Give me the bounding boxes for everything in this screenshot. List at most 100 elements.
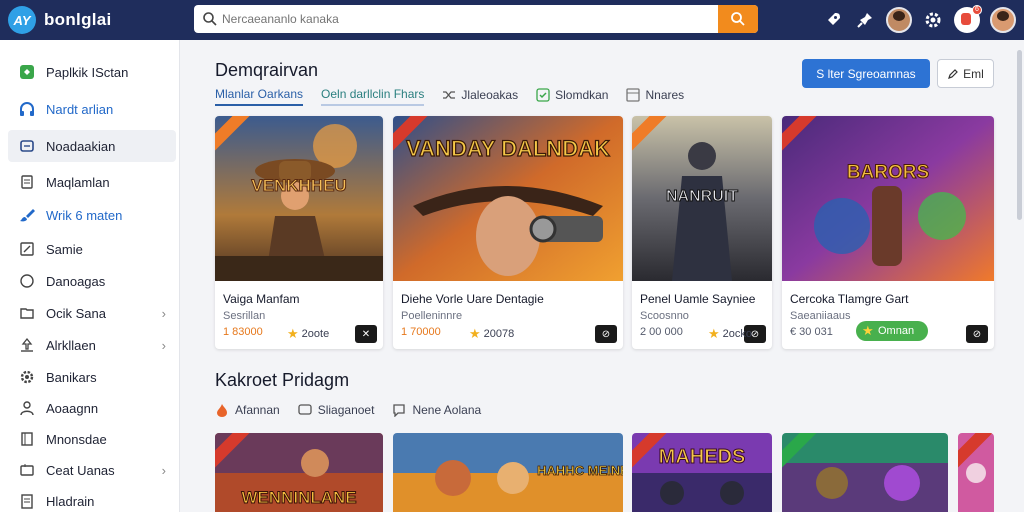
sidebar-item-alrkllaen[interactable]: Alrkllaen › — [8, 329, 176, 361]
sidebar-item-label: Paplkik ISctan — [46, 64, 129, 80]
brand-name: bonlglai — [44, 10, 112, 29]
cover-title: VANDAY DALNDAK — [406, 136, 610, 161]
search-button[interactable] — [718, 5, 758, 33]
tab-nnares[interactable]: Nnares — [626, 84, 684, 106]
tab-jlaleoakas[interactable]: Jlaleoakas — [442, 84, 518, 106]
notification-icon[interactable]: 6 — [954, 5, 982, 33]
cover-title: NANRUIT — [666, 188, 738, 205]
platform-icon: ⊘ — [966, 325, 988, 343]
game-cover: VENKHHEU — [215, 116, 383, 281]
card-subtitle: Saeaniiaaus — [790, 310, 851, 322]
game-card[interactable]: MAHEDS — [632, 433, 772, 512]
brand[interactable]: AY bonlglai — [8, 4, 112, 36]
sidebar-item-noadaakian[interactable]: Noadaakian — [8, 130, 176, 162]
top-icons: 6 — [822, 4, 1016, 36]
tab-bar: Mlanlar Oarkans Oeln darllclin Fhars Jla… — [215, 84, 702, 106]
game-card[interactable]: VANDAY DALNDAK ⊘ Diehe Vorle Uare Dentag… — [393, 116, 623, 349]
headphones-icon — [18, 100, 36, 118]
sidebar-item-danoagas[interactable]: Danoagas — [8, 265, 176, 297]
sidebar-item-mnonsdae[interactable]: Mnonsdae — [8, 423, 176, 455]
cover-title: MAHEDS — [659, 446, 746, 468]
section-title: Kakroet Pridagm — [215, 370, 350, 390]
sidebar-item-maqlamlan[interactable]: Maqlamlan — [8, 166, 176, 198]
gear-icon — [18, 368, 36, 386]
game-card[interactable]: BARORS ⊘ Cercoka Tlamgre Gart Saeaniiaau… — [782, 116, 994, 349]
game-card[interactable]: VENKHHEU ✕ Vaiga Manfam Sesrillan 1 8300… — [215, 116, 383, 349]
tab-label: Mlanlar Oarkans — [215, 87, 304, 101]
card-subtitle: Sesrillan — [223, 310, 266, 322]
tab-afannan[interactable]: Afannan — [215, 403, 280, 417]
sidebar-item-nardt[interactable]: Nardt arlian — [8, 93, 176, 125]
settings-icon[interactable] — [922, 9, 944, 31]
edit-icon — [18, 240, 36, 258]
sidebar-item-label: Nardt arlian — [46, 101, 114, 117]
game-card[interactable] — [782, 433, 948, 512]
grid-icon — [626, 88, 641, 102]
scrollbar[interactable] — [1017, 50, 1022, 220]
tab-label: Sliaganoet — [317, 403, 375, 417]
sidebar-item-paplkik[interactable]: Paplkik ISctan — [8, 56, 176, 88]
list-icon — [18, 430, 36, 448]
sidebar-item-label: Banikars — [46, 369, 97, 385]
card-subtitle: Poelleninnre — [401, 310, 463, 322]
card-rating: ★ 2ocko — [708, 326, 753, 341]
game-cover: NANRUIT — [632, 116, 772, 281]
sidebar: Paplkik ISctan Nardt arlian Noadaakian M… — [0, 40, 180, 512]
cover-title: HAHHC MEINE — [537, 463, 623, 478]
notification-badge: 6 — [972, 5, 982, 15]
game-cover: HAHHC MEINE — [393, 433, 623, 512]
tab-mlanlar[interactable]: Mlanlar Oarkans — [215, 84, 304, 106]
sidebar-item-label: Noadaakian — [46, 138, 116, 154]
sidebar-item-hladrain[interactable]: Hladrain — [8, 485, 176, 512]
sidebar-item-label: Mnonsdae — [46, 431, 107, 447]
sidebar-item-samie[interactable]: Samie — [8, 233, 176, 265]
user-avatar-icon[interactable] — [886, 7, 912, 33]
library-icon — [18, 137, 36, 155]
search-input[interactable] — [222, 8, 702, 30]
profile-avatar[interactable] — [990, 7, 1016, 33]
tab-label: Oeln darllclin Fhars — [321, 87, 425, 101]
sidebar-item-aoaagnn[interactable]: Aoaagnn — [8, 392, 176, 424]
game-card[interactable] — [958, 433, 994, 512]
star-icon: ★ — [708, 326, 720, 341]
sidebar-item-label: Danoagas — [46, 273, 106, 289]
edit-icon — [948, 68, 959, 79]
card-rating: ★ 20078 — [469, 326, 515, 341]
sidebar-item-label: Ceat Uanas — [46, 462, 115, 478]
pin-icon[interactable] — [854, 9, 876, 31]
sidebar-item-label: Ocik Sana — [46, 305, 106, 321]
chevron-right-icon: › — [161, 305, 166, 321]
tab-label: Jlaleoakas — [461, 88, 519, 102]
tab-slomdkan[interactable]: Slomdkan — [536, 84, 608, 106]
cover-title: BARORS — [847, 162, 929, 183]
sidebar-item-label: Wrik 6 maten — [46, 207, 123, 223]
status-badge[interactable]: ★ Omnan — [856, 321, 929, 341]
edit-button[interactable]: Eml — [937, 59, 994, 88]
tab-sliaganoet[interactable]: Sliaganoet — [298, 403, 375, 417]
filter-button[interactable]: S lter Sgreoamnas — [802, 59, 930, 88]
sidebar-item-label: Hladrain — [46, 493, 95, 509]
section-title: Demqrairvan — [215, 60, 319, 80]
sidebar-item-wrik[interactable]: Wrik 6 maten — [8, 199, 176, 231]
search-bar — [194, 5, 758, 33]
game-cover — [782, 433, 948, 512]
sidebar-item-banikars[interactable]: Banikars — [8, 361, 176, 393]
game-cover: VANDAY DALNDAK — [393, 116, 623, 281]
game-card[interactable]: WENNINLANE — [215, 433, 383, 512]
shuffle-icon — [443, 91, 456, 99]
game-card[interactable]: HAHHC MEINE — [393, 433, 623, 512]
rocket-icon[interactable] — [822, 9, 844, 31]
cover-title: WENNINLANE — [241, 488, 356, 507]
fire-icon — [217, 404, 227, 417]
card-price: 2 00 000 — [640, 326, 683, 338]
chat-icon — [298, 404, 312, 415]
button-label: Eml — [963, 66, 984, 81]
sidebar-item-label: Maqlamlan — [46, 174, 110, 190]
sidebar-item-ocik-sana[interactable]: Ocik Sana › — [8, 297, 176, 329]
tab-nene-aolana[interactable]: Nene Aolana — [392, 403, 481, 417]
game-card[interactable]: NANRUIT ⊘ Penel Uamle Sayniee Scoosnno 2… — [632, 116, 772, 349]
sidebar-item-ceat-uanas[interactable]: Ceat Uanas › — [8, 454, 176, 486]
document-icon — [18, 173, 36, 191]
tab-oeln[interactable]: Oeln darllclin Fhars — [321, 84, 425, 106]
game-cover: WENNINLANE — [215, 433, 383, 512]
